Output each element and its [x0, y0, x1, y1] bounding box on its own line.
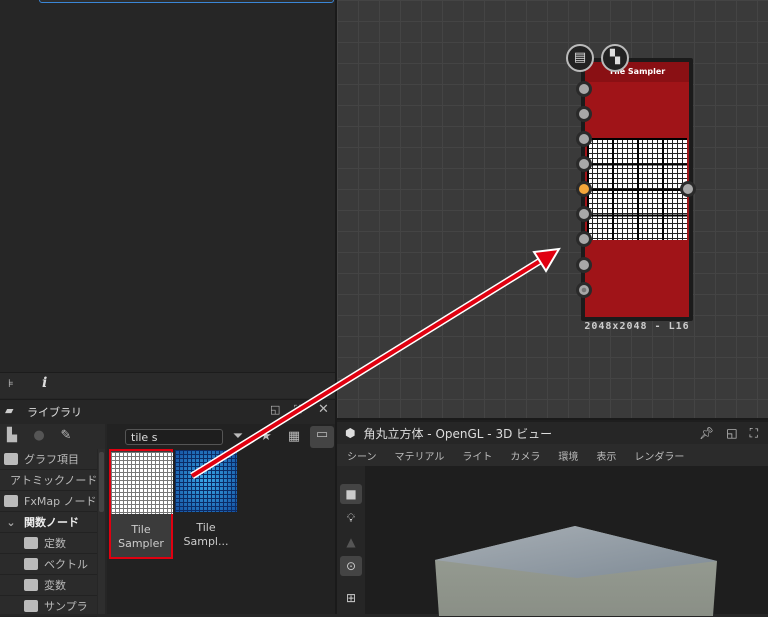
maximize-icon[interactable]: ⛶: [294, 403, 302, 417]
input-port[interactable]: [576, 282, 592, 298]
tree-icon[interactable]: ⊧: [8, 377, 14, 390]
scrollbar-thumb[interactable]: [99, 452, 104, 512]
category-label: アトミックノード: [10, 474, 98, 487]
grid-icon[interactable]: ⊞: [340, 588, 362, 608]
library-header: ▰ ライブラリ ◱ ⛶ ✕: [0, 399, 335, 423]
thumbnail: [175, 450, 237, 512]
category-vector[interactable]: ベクトル: [0, 554, 97, 575]
environment-icon[interactable]: ▲: [340, 532, 362, 552]
menu-light[interactable]: ライト: [462, 448, 492, 463]
close-icon[interactable]: ✕: [318, 402, 329, 417]
category-label: 関数ノード: [24, 516, 79, 529]
3d-view-panel: ⬢ 角丸立方体 - OpenGL - 3D ビュー 📌︎ ◱ ⛶ シーン マテリ…: [337, 418, 768, 616]
input-port[interactable]: [576, 131, 592, 147]
result-tile-sampler[interactable]: Tile Sampler: [109, 449, 173, 559]
input-port[interactable]: [576, 156, 592, 172]
input-port[interactable]: [576, 206, 592, 222]
input-port[interactable]: [576, 257, 592, 273]
result-tile-sampler-2[interactable]: Tile Sampl...: [174, 449, 238, 559]
3d-view-menubar: シーン マテリアル ライト カメラ 環境 表示 レンダラー: [337, 444, 768, 466]
input-port[interactable]: [576, 231, 592, 247]
category-fxmap-nodes[interactable]: FxMap ノード: [0, 491, 97, 512]
function-icon: [24, 600, 38, 612]
comment-icon: [4, 453, 18, 465]
thumbnail: [111, 452, 173, 514]
view-mode-icon[interactable]: ▦: [285, 428, 303, 446]
menu-scene[interactable]: シーン: [347, 448, 377, 463]
category-label: サンプラ: [44, 600, 88, 613]
input-port-active[interactable]: [576, 181, 592, 197]
category-label: グラフ項目: [24, 453, 79, 466]
menu-material[interactable]: マテリアル: [395, 448, 445, 463]
function-icon: [24, 579, 38, 591]
edit-icon[interactable]: ✎: [57, 427, 75, 445]
chevron-down-icon: ⌄: [6, 515, 16, 529]
category-label: ベクトル: [44, 558, 88, 571]
menu-display[interactable]: 表示: [596, 448, 616, 463]
explorer-toolbar: ⊧ i: [0, 372, 335, 398]
add-favorite-icon[interactable]: ★: [257, 428, 275, 446]
category-label: 変数: [44, 579, 66, 592]
function-icon: [24, 558, 38, 570]
folder-icon: ▰: [5, 404, 14, 417]
function-icon: [24, 537, 38, 549]
document-icon[interactable]: ▤: [566, 44, 594, 72]
3d-view-toolbar: ■ 💡︎ ▲ ⊙ ⊞: [337, 466, 365, 616]
input-port[interactable]: [576, 106, 592, 122]
camera-icon[interactable]: ■: [340, 484, 362, 504]
node-preview: [587, 138, 687, 240]
category-variable[interactable]: 変数: [0, 575, 97, 596]
input-port[interactable]: [576, 81, 592, 97]
library-title: ライブラリ: [27, 406, 82, 419]
add-package-icon[interactable]: ●: [30, 427, 48, 445]
category-graph-items[interactable]: グラフ項目: [0, 449, 97, 470]
menu-renderer[interactable]: レンダラー: [634, 448, 684, 463]
filter-icon[interactable]: ⏷: [229, 428, 247, 446]
checker-icon[interactable]: ▚: [601, 44, 629, 72]
explorer-panel: [0, 0, 335, 370]
info-icon[interactable]: i: [42, 375, 47, 391]
library-side-toolbar: ▙ ● ✎: [0, 424, 105, 449]
menu-environment[interactable]: 環境: [558, 448, 578, 463]
display-icon[interactable]: ⊙: [340, 556, 362, 576]
menu-camera[interactable]: カメラ: [510, 448, 540, 463]
result-label: Tile Sampler: [118, 523, 164, 550]
category-constant[interactable]: 定数: [0, 533, 97, 554]
category-label: 定数: [44, 537, 66, 550]
category-label: FxMap ノード: [24, 495, 97, 508]
3d-view-title: 角丸立方体 - OpenGL - 3D ビュー: [363, 426, 553, 441]
library-categories: グラフ項目 アトミックノード FxMap ノード ⌄ 関数ノード 定数 ベクトル …: [0, 449, 97, 617]
light-icon[interactable]: 💡︎: [340, 508, 362, 528]
float-icon[interactable]: ◱: [726, 426, 737, 441]
search-input[interactable]: [125, 429, 223, 445]
3d-cube-viewport[interactable]: [365, 466, 768, 616]
category-atomic-nodes[interactable]: アトミックノード: [0, 470, 97, 491]
3d-view-titlebar: ⬢ 角丸立方体 - OpenGL - 3D ビュー 📌︎ ◱ ⛶: [337, 422, 768, 444]
selected-row[interactable]: [39, 0, 334, 3]
category-function-nodes[interactable]: ⌄ 関数ノード: [0, 512, 97, 533]
float-icon[interactable]: ◱: [270, 403, 280, 416]
new-folder-icon[interactable]: ▙: [3, 427, 21, 445]
graph-canvas[interactable]: [337, 0, 768, 418]
cube-icon: ⬢: [345, 426, 356, 440]
preview-icon[interactable]: ▭: [310, 426, 334, 448]
node-title: Tile Sampler: [585, 62, 689, 82]
node-resolution: 2048x2048 - L16: [584, 321, 690, 332]
pin-icon[interactable]: 📌︎: [699, 426, 714, 441]
output-port[interactable]: [680, 181, 696, 197]
result-label: Tile Sampl...: [183, 521, 229, 548]
maximize-icon[interactable]: ⛶: [750, 426, 758, 441]
grid-icon: [4, 495, 18, 507]
